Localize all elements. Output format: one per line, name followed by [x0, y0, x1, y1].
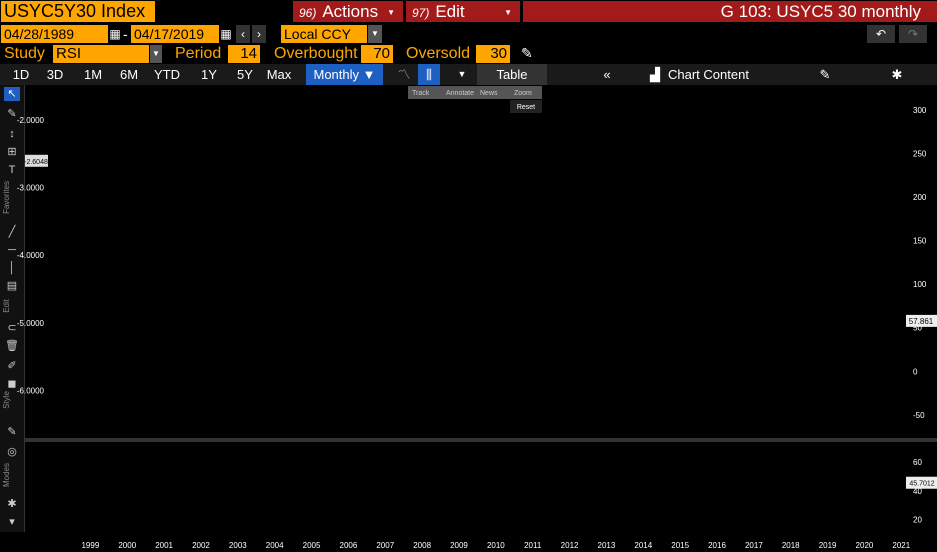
left-axis-tick: -3.0000	[17, 184, 45, 193]
x-tick-label: 2006	[340, 541, 358, 550]
left-axis-tick: -6.0000	[17, 387, 45, 396]
x-tick-label: 2011	[524, 541, 542, 550]
x-tick-label: 2012	[561, 541, 579, 550]
x-tick-label: 2017	[745, 541, 763, 550]
x-tick-label: 2021	[892, 541, 910, 550]
x-tick-label: 2005	[303, 541, 321, 550]
mini-toolbar-track: Track	[412, 90, 430, 97]
x-tick-label: 2008	[413, 541, 431, 550]
x-tick-label: 2016	[708, 541, 726, 550]
chart-mini-toolbar: Track Annotate News Zoom	[408, 86, 542, 99]
x-tick-label: 2004	[266, 541, 284, 550]
x-tick-label: 2001	[155, 541, 173, 550]
left-axis-tick: -2.0000	[17, 116, 45, 125]
reset-label: Reset	[517, 104, 535, 111]
right-axis-tick: 300	[913, 106, 927, 115]
x-tick-label: 2010	[487, 541, 505, 550]
right-axis-tick: 250	[913, 150, 927, 159]
right-axis-tick: 200	[913, 193, 927, 202]
right-axis-tick: 100	[913, 280, 927, 289]
left-axis-tick: -4.0000	[17, 251, 45, 260]
x-tick-label: 2013	[598, 541, 616, 550]
chart-area[interactable]: 0.0%(311.515)23.6%(222.079)38.2%(166.750…	[0, 0, 937, 552]
right-axis-tick: 150	[913, 237, 927, 246]
panel-divider[interactable]	[25, 438, 937, 442]
x-tick-label: 2020	[856, 541, 874, 550]
x-tick-label: 2014	[634, 541, 652, 550]
mini-toolbar-annotate: Annotate	[446, 90, 474, 97]
right-axis-tick: 0	[913, 367, 918, 376]
rsi-current-label: 45.7012	[909, 481, 934, 488]
x-tick-label: 2007	[376, 541, 394, 550]
x-tick-label: 2002	[192, 541, 210, 550]
left-axis-tick: -5.0000	[17, 319, 45, 328]
mini-toolbar-zoom: Zoom	[514, 90, 532, 97]
right-axis-tick: -50	[913, 411, 925, 420]
x-tick-label: 2000	[118, 541, 136, 550]
rsi-axis-tick: 20	[913, 516, 922, 525]
x-tick-label: 2019	[819, 541, 837, 550]
mini-toolbar-news: News	[480, 90, 498, 97]
left-current-label: -2.6048	[24, 159, 48, 166]
x-tick-label: 2009	[450, 541, 468, 550]
chart-background	[25, 85, 937, 552]
rsi-axis-tick: 60	[913, 458, 922, 467]
x-tick-label: 2003	[229, 541, 247, 550]
x-tick-label: 2015	[671, 541, 689, 550]
x-tick-label: 2018	[782, 541, 800, 550]
x-tick-label: 1999	[81, 541, 99, 550]
right-current-label: 57.861	[909, 317, 934, 326]
